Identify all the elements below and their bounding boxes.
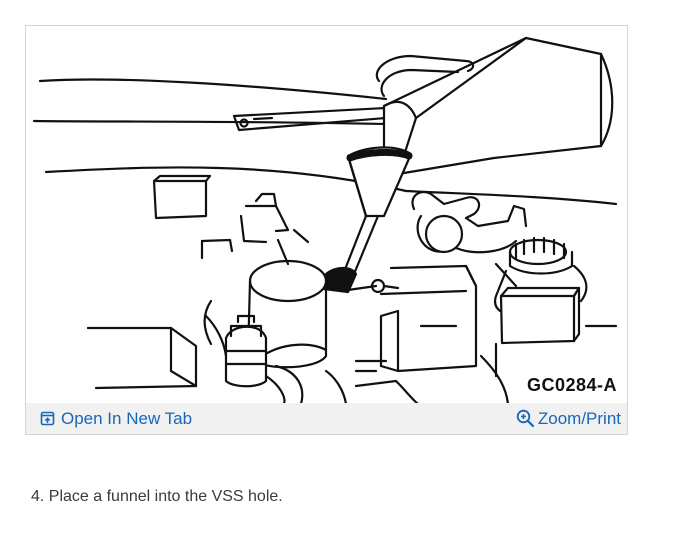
- open-in-new-tab-label: Open In New Tab: [61, 408, 193, 428]
- zoom-plus-icon: [516, 409, 534, 428]
- figure-code: GC0284-A: [526, 375, 617, 395]
- open-in-new-tab-link[interactable]: Open In New Tab: [40, 409, 192, 429]
- figure-card: GC0284-A Open In New Tab Zoom/Print: [25, 25, 628, 435]
- step-instruction: 4. Place a funnel into the VSS hole.: [31, 488, 283, 505]
- zoom-print-label: Zoom/Print: [537, 408, 621, 428]
- funnel-illustration: [32, 36, 618, 404]
- figure-toolbar: Open In New Tab Zoom/Print: [26, 403, 627, 434]
- open-new-tab-icon: [40, 411, 55, 426]
- zoom-print-link[interactable]: Zoom/Print: [516, 409, 621, 429]
